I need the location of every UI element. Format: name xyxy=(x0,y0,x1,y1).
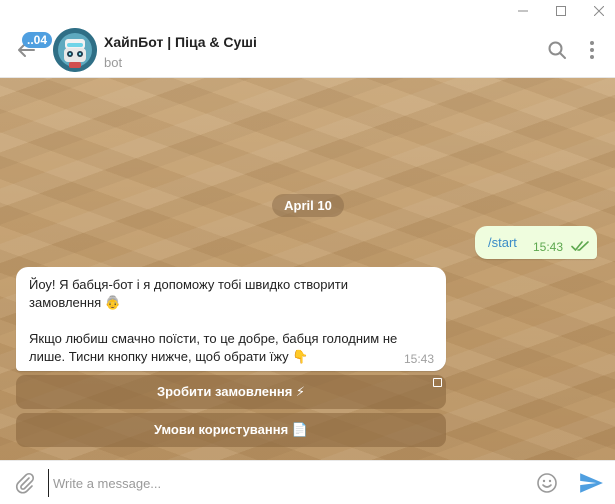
attach-button[interactable] xyxy=(13,471,37,495)
window-titlebar xyxy=(0,0,615,22)
more-vertical-icon xyxy=(590,41,594,59)
chat-history[interactable]: April 10 /start 15:43 Йоу! Я бабця-бот і… xyxy=(0,78,615,460)
chat-subtitle: bot xyxy=(104,55,123,70)
maximize-button[interactable] xyxy=(543,0,579,22)
emoji-icon xyxy=(537,473,557,493)
message-composer xyxy=(0,460,615,504)
command-link[interactable]: /start xyxy=(488,235,517,250)
chat-title[interactable]: ХайпБот | Піца & Суші xyxy=(104,34,257,50)
paperclip-icon xyxy=(16,472,35,494)
search-button[interactable] xyxy=(545,38,569,62)
close-button[interactable] xyxy=(581,0,615,22)
message-time: 15:43 xyxy=(533,240,564,254)
more-button[interactable] xyxy=(580,38,604,62)
send-button[interactable] xyxy=(578,470,604,496)
chat-header: ..04 ХайпБот | Піца & Суші bot xyxy=(0,22,615,78)
make-order-label: Зробити замовлення ⚡ xyxy=(156,384,306,399)
message-input[interactable] xyxy=(48,469,518,497)
make-order-button[interactable]: Зробити замовлення ⚡ xyxy=(16,375,446,409)
date-separator: April 10 xyxy=(272,194,344,217)
terms-of-use-button[interactable]: Умови користування 📄 xyxy=(16,413,446,447)
robot-avatar-icon xyxy=(53,28,97,72)
terms-of-use-label: Умови користування 📄 xyxy=(154,422,308,437)
unread-badge: ..04 xyxy=(22,32,53,48)
emoji-button[interactable] xyxy=(535,471,559,495)
send-icon xyxy=(580,473,603,493)
maximize-icon xyxy=(556,6,566,16)
message-time: 15:43 xyxy=(404,352,435,366)
double-check-icon xyxy=(571,241,589,251)
message-text: Йоу! Я бабця-бот і я допоможу тобі швидк… xyxy=(29,277,398,364)
close-icon xyxy=(594,6,604,16)
bot-avatar[interactable] xyxy=(53,28,97,72)
web-app-icon xyxy=(433,378,442,387)
search-icon xyxy=(548,41,566,59)
outgoing-message[interactable]: /start 15:43 xyxy=(475,226,597,259)
incoming-message[interactable]: Йоу! Я бабця-бот і я допоможу тобі швидк… xyxy=(16,267,446,371)
minimize-button[interactable] xyxy=(505,0,541,22)
minimize-icon xyxy=(518,10,528,12)
